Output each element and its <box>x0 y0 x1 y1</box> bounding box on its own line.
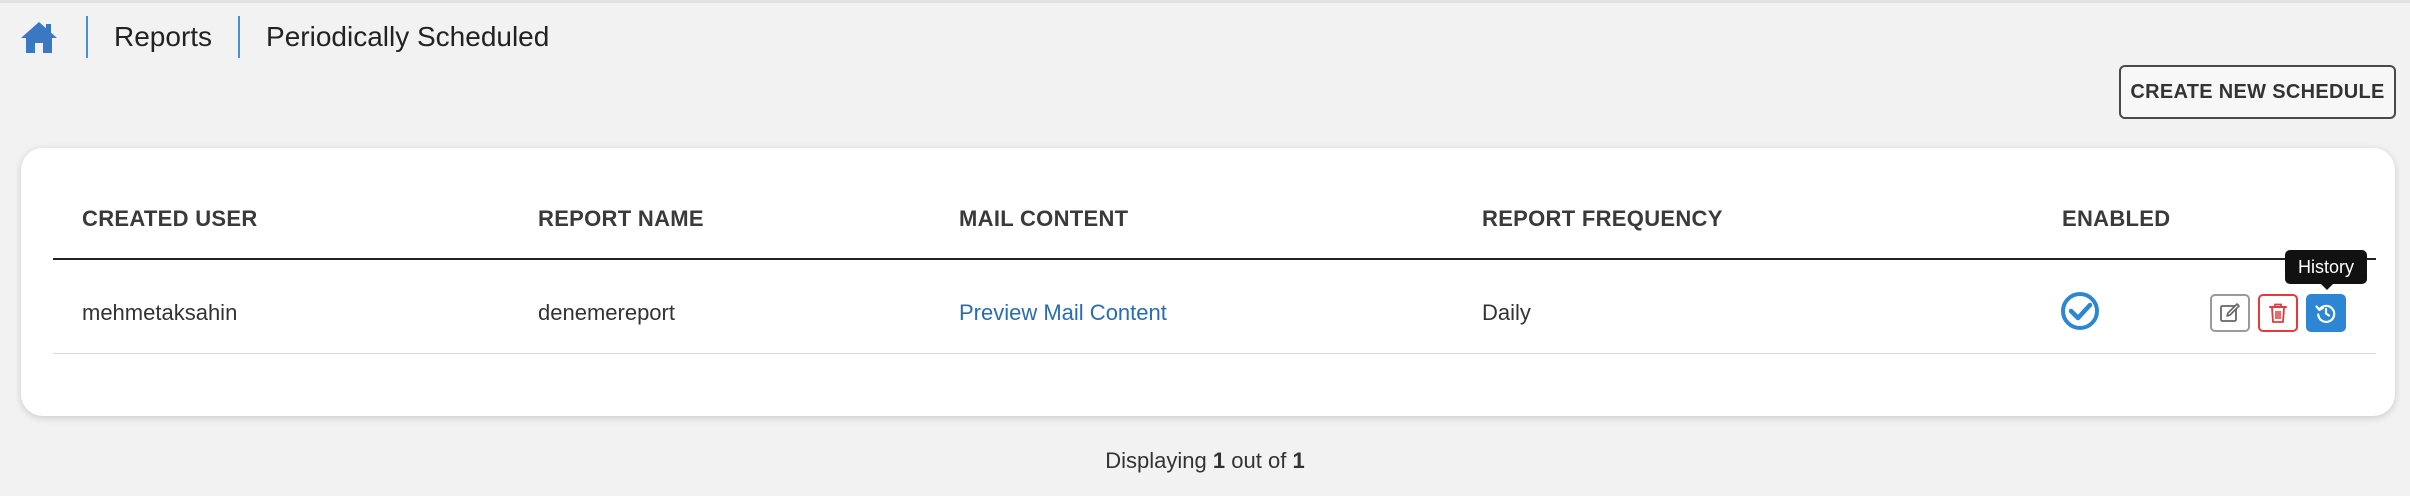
preview-mail-content-link[interactable]: Preview Mail Content <box>959 300 1167 326</box>
breadcrumb-separator <box>238 16 241 58</box>
header-report-frequency: REPORT FREQUENCY <box>1482 206 1723 231</box>
tooltip-arrow <box>2320 283 2334 290</box>
scheduled-reports-page: Reports Periodically Scheduled CREATE NE… <box>0 0 2410 496</box>
header-mail-content: MAIL CONTENT <box>959 206 1129 231</box>
row-divider <box>53 353 2376 354</box>
cell-report-name: denemereport <box>538 300 675 325</box>
edit-button[interactable] <box>2210 294 2250 332</box>
history-button[interactable] <box>2306 294 2346 332</box>
history-icon <box>2315 304 2336 323</box>
breadcrumb: Reports Periodically Scheduled <box>18 14 549 60</box>
trash-icon <box>2269 303 2287 323</box>
cell-created-user: mehmetaksahin <box>82 300 238 325</box>
create-new-schedule-button[interactable]: CREATE NEW SCHEDULE <box>2119 65 2396 119</box>
top-border <box>0 0 2410 3</box>
header-divider <box>53 258 2376 260</box>
breadcrumb-periodically-scheduled: Periodically Scheduled <box>266 21 550 52</box>
pagination-total: 1 <box>1292 448 1305 473</box>
header-created-user: CREATED USER <box>82 206 258 231</box>
enabled-check-icon <box>2059 290 2101 332</box>
cell-report-frequency: Daily <box>1482 300 1531 325</box>
pagination-middle: out of <box>1231 448 1287 473</box>
edit-icon <box>2220 303 2240 322</box>
delete-button[interactable] <box>2258 294 2298 332</box>
history-tooltip: History <box>2285 250 2367 284</box>
home-icon[interactable] <box>18 17 60 57</box>
pagination-info: Displaying 1 out of 1 <box>0 448 2410 474</box>
breadcrumb-reports[interactable]: Reports <box>114 21 212 53</box>
pagination-prefix: Displaying <box>1105 448 1207 473</box>
breadcrumb-separator <box>86 16 88 58</box>
pagination-current: 1 <box>1212 448 1226 473</box>
header-enabled: ENABLED <box>2062 206 2171 231</box>
header-report-name: REPORT NAME <box>538 206 704 231</box>
schedules-table-card: CREATED USER REPORT NAME MAIL CONTENT RE… <box>21 148 2395 416</box>
